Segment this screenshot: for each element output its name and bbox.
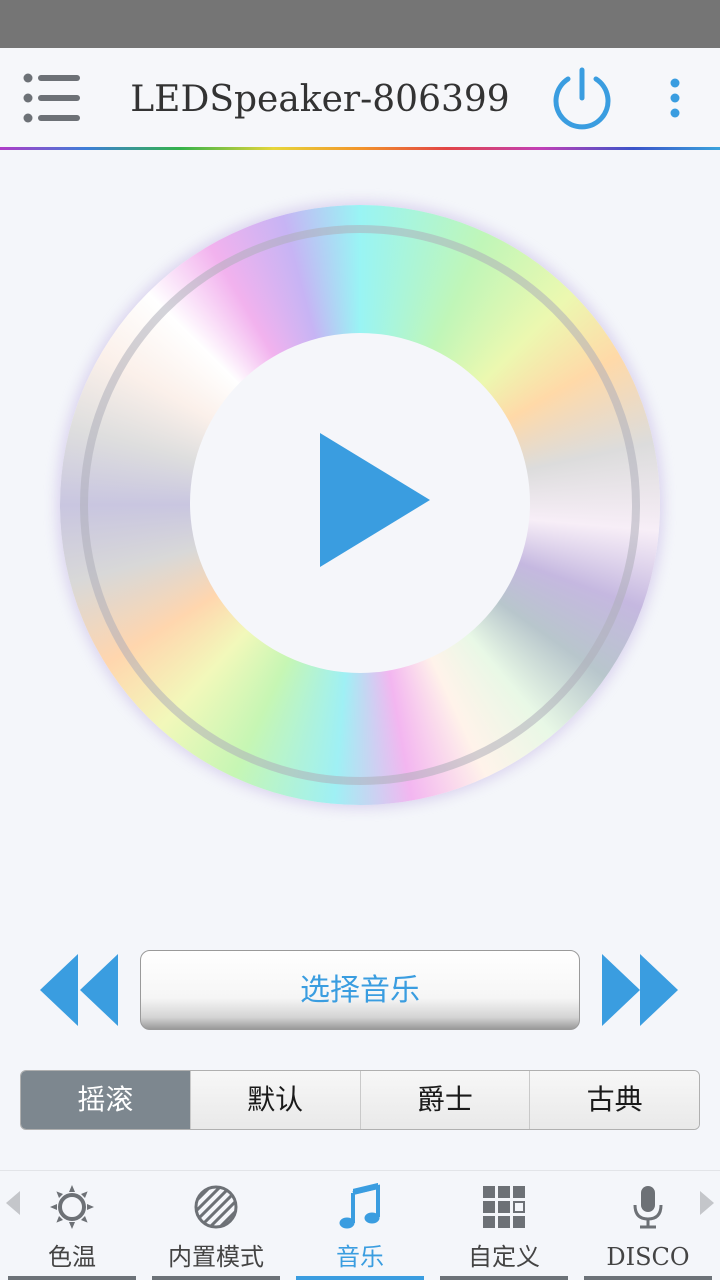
list-menu-icon: [23, 73, 80, 123]
nav-underline: [152, 1276, 280, 1280]
sun-icon: [50, 1185, 94, 1229]
menu-button[interactable]: [22, 72, 86, 124]
genre-jazz[interactable]: 爵士: [359, 1071, 530, 1129]
more-options-button[interactable]: [660, 76, 690, 120]
nav-label: DISCO: [606, 1243, 690, 1271]
music-disc: [60, 205, 660, 805]
next-track-button[interactable]: [598, 950, 682, 1030]
app-header: LEDSpeaker-806399: [0, 48, 720, 148]
header-divider: [0, 147, 720, 150]
status-bar: [0, 0, 720, 48]
nav-item-custom[interactable]: 自定义: [436, 1171, 572, 1280]
nav-item-built-in-modes[interactable]: 内置模式: [148, 1171, 284, 1280]
nav-underline: [584, 1276, 712, 1280]
page-title: LEDSpeaker-806399: [130, 79, 510, 120]
nav-label: 自定义: [468, 1243, 540, 1271]
play-button[interactable]: [310, 425, 440, 575]
fast-forward-icon: [602, 954, 678, 1026]
nav-label: 内置模式: [168, 1243, 264, 1271]
nav-underline: [8, 1276, 136, 1280]
nav-scroll-right-icon[interactable]: [696, 1189, 716, 1217]
nav-item-disco[interactable]: DISCO: [580, 1171, 716, 1280]
rewind-icon: [40, 954, 118, 1026]
nav-label: 音乐: [336, 1243, 384, 1271]
power-button[interactable]: [548, 64, 616, 132]
bottom-nav: 色温 内置模式 音乐 自定义 DISCO: [0, 1170, 720, 1280]
more-vertical-icon: [670, 78, 680, 118]
music-note-icon: [339, 1183, 380, 1229]
genre-default[interactable]: 默认: [189, 1071, 360, 1129]
genre-segmented-control: 摇滚 默认 爵士 古典: [20, 1070, 700, 1130]
microphone-icon: [633, 1186, 663, 1229]
previous-track-button[interactable]: [38, 950, 122, 1030]
select-music-button[interactable]: 选择音乐: [140, 950, 580, 1030]
genre-classical[interactable]: 古典: [529, 1071, 699, 1129]
nav-underline: [440, 1276, 568, 1280]
nav-item-music[interactable]: 音乐: [292, 1171, 428, 1280]
nav-label: 色温: [48, 1243, 96, 1271]
play-icon: [320, 433, 430, 567]
power-icon: [553, 67, 611, 130]
genre-rock[interactable]: 摇滚: [21, 1071, 190, 1129]
nav-underline: [296, 1276, 424, 1280]
striped-circle-icon: [194, 1185, 238, 1229]
grid-icon: [483, 1186, 525, 1228]
nav-item-color-temperature[interactable]: 色温: [4, 1171, 140, 1280]
